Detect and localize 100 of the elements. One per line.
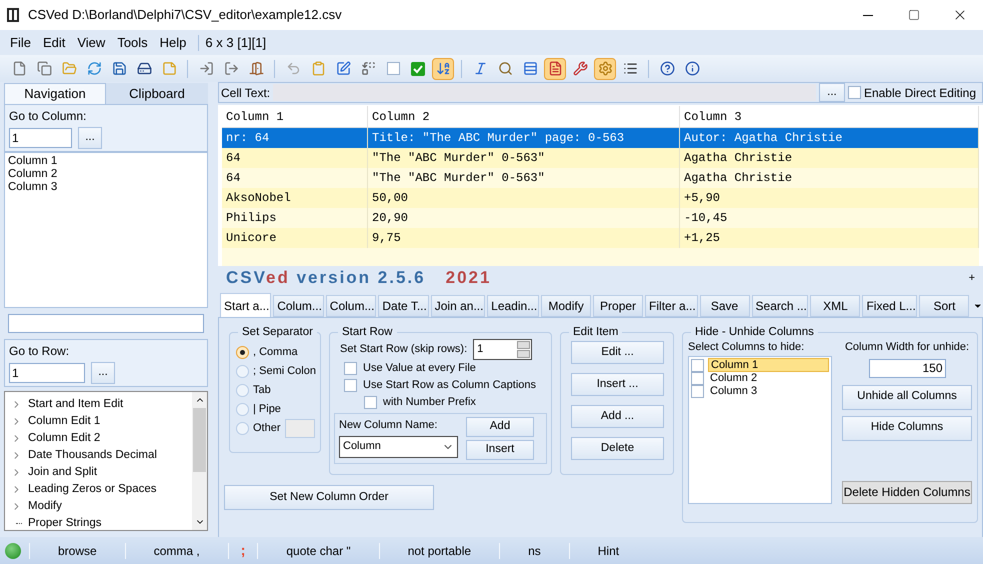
radio-label: ; Semi Colon (253, 364, 316, 380)
tick-square-icon (411, 62, 425, 76)
list-item[interactable]: Column 1 (708, 358, 829, 372)
column-number-field[interactable]: 1 (9, 128, 72, 148)
list-item[interactable]: Column 2 (8, 168, 204, 181)
column-checklist[interactable]: Column 1 Column 2 Column 3 (688, 356, 832, 504)
sort-icon[interactable] (432, 58, 454, 80)
checkbox[interactable] (691, 384, 704, 398)
row-number-field[interactable]: 1 (9, 363, 85, 383)
tree-item[interactable]: Modify (28, 498, 62, 516)
checkbox-label: with Number Prefix (383, 395, 476, 410)
field-label: Go to Row: (9, 343, 70, 360)
column-header[interactable]: Column 2 (368, 106, 680, 127)
add-column-button[interactable]: Add (466, 417, 534, 437)
tree-item[interactable]: Proper Strings (28, 514, 102, 532)
field-label: Set Start Row (skip rows): (340, 342, 468, 358)
radio-button[interactable] (236, 384, 249, 397)
tab[interactable]: Fixed L... (862, 295, 918, 317)
checkbox-label: Use Start Row as Column Captions (363, 378, 536, 394)
checkbox[interactable] (691, 372, 704, 384)
window-title: CSVed D:\Borland\Delphi7\CSV_editor\example12.csv (28, 6, 342, 24)
tree-item[interactable]: Join and Split (28, 464, 98, 482)
field-label: Select Columns to hide: (688, 340, 806, 355)
status-item: Hint (596, 542, 620, 560)
menu-item[interactable]: Edit (36, 32, 72, 52)
tab[interactable]: Navigation (4, 83, 106, 104)
menu-item[interactable]: File (4, 32, 37, 52)
tab[interactable]: Date T... (378, 295, 429, 317)
delete-hidden-columns-button[interactable]: Delete Hidden Columns (842, 480, 972, 504)
edit-item-button[interactable]: Delete (571, 437, 664, 460)
radio-button[interactable] (236, 346, 249, 359)
edit-item-button[interactable]: Edit ... (571, 341, 664, 364)
tab[interactable]: Join an... (430, 295, 486, 317)
checkbox[interactable] (691, 358, 704, 372)
radio-button[interactable] (236, 403, 249, 416)
list-item[interactable]: Column 3 (708, 385, 829, 397)
radio-label: | Pipe (253, 402, 281, 418)
column-action-button[interactable]: Hide Columns (842, 416, 972, 440)
tab[interactable]: Save (700, 295, 750, 317)
tab[interactable]: Filter a... (645, 295, 698, 317)
tab[interactable]: XML (810, 295, 860, 317)
tree-item[interactable]: Column Edit 1 (28, 412, 100, 430)
edit-item-button[interactable]: Insert ... (571, 373, 664, 396)
document-icon[interactable] (544, 58, 566, 80)
expand-toggle[interactable]: + (968, 270, 975, 286)
tab[interactable]: Colum... (273, 295, 324, 317)
list-item[interactable]: Column 1 (8, 155, 204, 168)
checkbox[interactable] (364, 396, 377, 409)
column-width-field[interactable]: 150 (868, 358, 946, 378)
minimize-icon (863, 14, 873, 16)
tab[interactable]: Colum... (326, 295, 376, 317)
status-item: comma , (152, 542, 201, 560)
checkbox-label: Use Value at every File (363, 361, 476, 376)
other-separator-field[interactable] (284, 419, 315, 438)
edit-item-button[interactable]: Add ... (571, 405, 664, 428)
column-header[interactable]: Column 1 (222, 106, 368, 127)
checkbox[interactable] (344, 362, 357, 375)
tree-line (16, 523, 22, 524)
menu-item[interactable]: Tools (111, 32, 154, 52)
menu-item[interactable]: View (71, 32, 112, 52)
set-column-order-button[interactable]: Set New Column Order (224, 485, 434, 510)
column-header[interactable]: Column 3 (680, 106, 979, 127)
list-item[interactable]: Column 2 (708, 372, 829, 384)
radio-label: Other (253, 421, 281, 436)
status-item: browse (57, 542, 98, 560)
tab[interactable]: Search ... (752, 295, 808, 317)
scrollbar[interactable] (192, 392, 207, 530)
field-label: New Column Name: (339, 418, 438, 433)
tree-item[interactable]: Date Thousands Decimal (28, 446, 157, 464)
list-item[interactable]: Column 3 (8, 181, 204, 194)
column-list[interactable]: Column 1 Column 2 Column 3 (4, 152, 208, 308)
column-action-button[interactable]: Unhide all Columns (842, 384, 972, 410)
status-item: not portable (406, 542, 472, 560)
tab[interactable]: Clipboard (106, 83, 208, 104)
radio-label: , Comma (253, 345, 298, 360)
status-item: ns (527, 542, 542, 560)
text-field[interactable] (8, 314, 204, 333)
tab[interactable]: Sort (919, 295, 970, 317)
grid-size: 6 x 3 [1][1] (205, 34, 266, 52)
checkbox[interactable] (344, 379, 357, 392)
tab[interactable]: Leadin... (487, 295, 540, 317)
tab[interactable]: Proper (593, 295, 644, 317)
column-name-dropdown[interactable]: Column (339, 436, 458, 458)
checkbox[interactable] (386, 62, 400, 75)
radio-button[interactable] (236, 365, 249, 378)
go-to-column-button[interactable]: ... (78, 127, 102, 149)
tab[interactable]: Start a... (220, 293, 272, 317)
tab[interactable]: Modify (541, 295, 592, 317)
tree-item[interactable]: Leading Zeros or Spaces (28, 480, 156, 498)
tree-item[interactable]: Start and Item Edit (28, 396, 124, 414)
menu-item[interactable]: Help (154, 32, 192, 52)
version-year: 2021 (446, 267, 492, 290)
spin-field[interactable]: 1 (473, 339, 532, 360)
go-to-row-button[interactable]: ... (91, 362, 115, 384)
radio-button[interactable] (236, 422, 249, 435)
insert-column-button[interactable]: Insert (466, 440, 534, 460)
tree-item[interactable]: Column Edit 2 (28, 430, 100, 448)
scroll-thumb[interactable] (193, 408, 206, 472)
status-item: quote char " (285, 542, 352, 560)
field-label: Column Width for unhide: (844, 340, 970, 355)
